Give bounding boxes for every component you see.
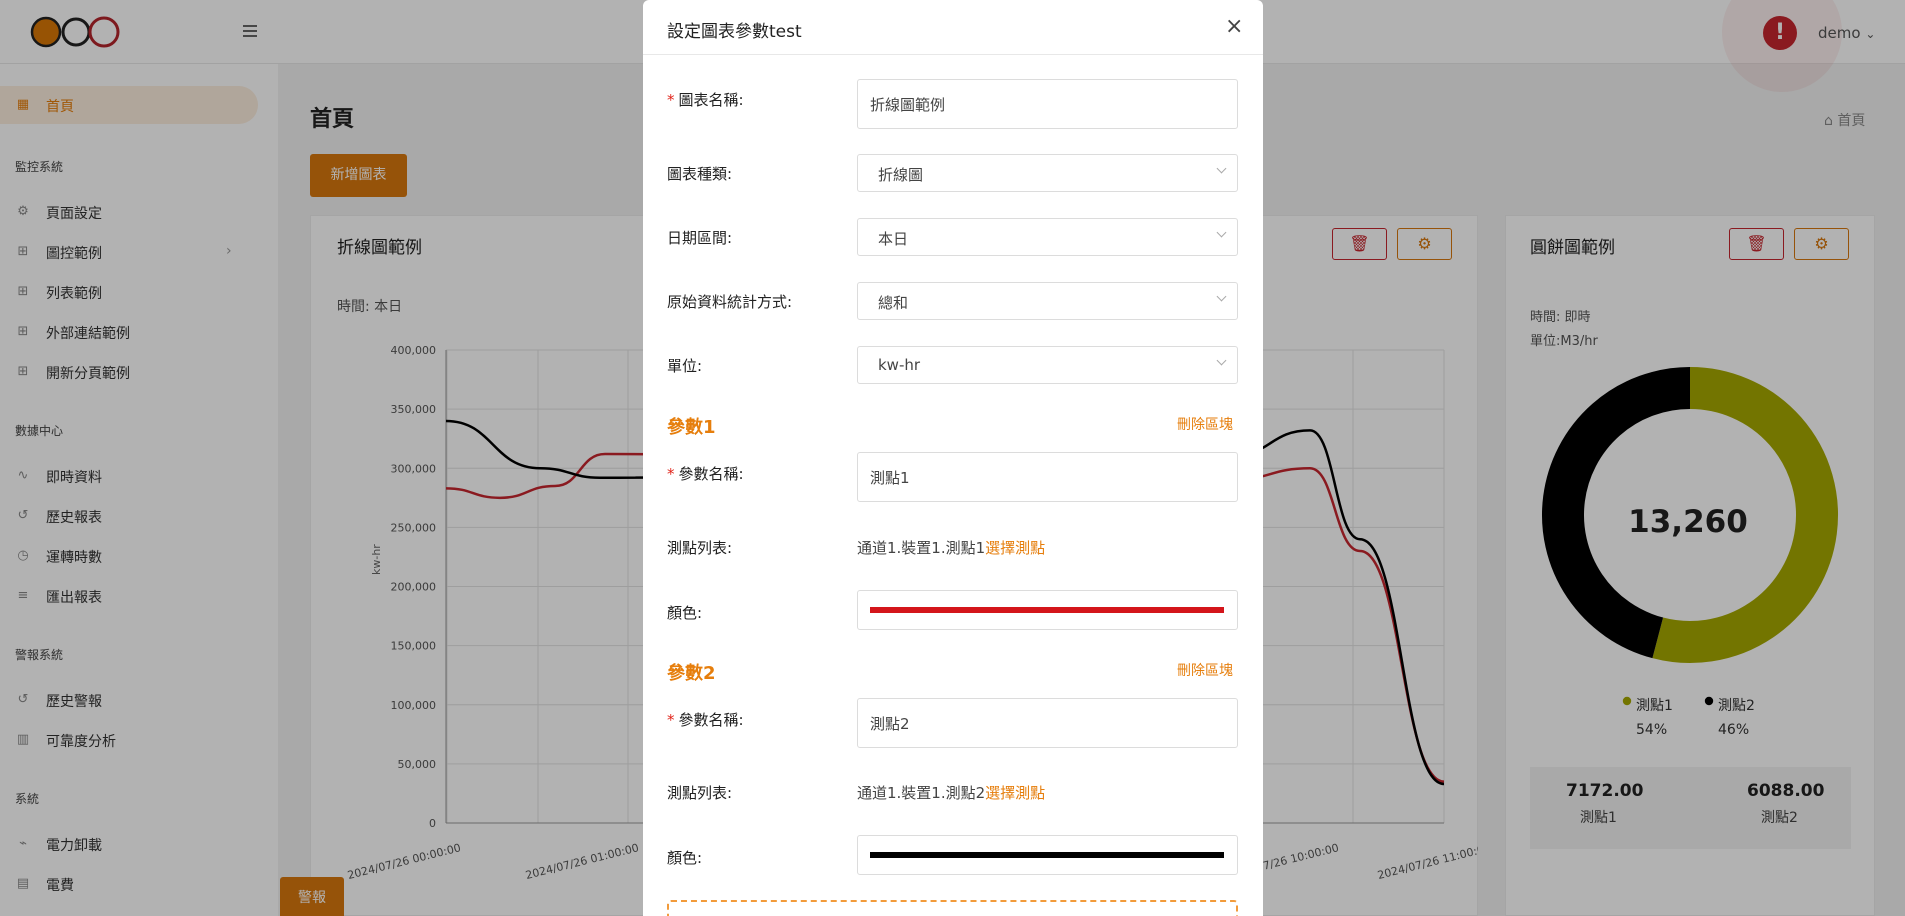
param-2-points-label: 測點列表: — [667, 784, 733, 802]
chevron-down-icon — [1216, 355, 1227, 366]
chart-type-label: 圖表種類: — [667, 165, 733, 183]
modal-divider — [643, 54, 1263, 55]
chart-name-input[interactable]: 折線圖範例 — [857, 79, 1238, 129]
stat-method-label: 原始資料統計方式: — [667, 293, 793, 311]
chart-name-label: * 圖表名稱: — [667, 91, 744, 109]
chart-type-select[interactable]: 折線圖 — [857, 154, 1238, 192]
param-2-header: 參數2 — [667, 663, 716, 684]
date-range-label: 日期區間: — [667, 229, 733, 247]
unit-select[interactable]: kw-hr — [857, 346, 1238, 384]
chevron-down-icon — [1216, 227, 1227, 238]
modal-title: 設定圖表參數test — [667, 22, 802, 42]
select-point-2-link[interactable]: 選擇測點 — [985, 784, 1045, 802]
param-2-points-value: 通道1.裝置1.測點2選擇測點 — [857, 784, 1046, 802]
chevron-down-icon — [1216, 291, 1227, 302]
param-2-name-label: * 參數名稱: — [667, 711, 744, 729]
select-point-1-link[interactable]: 選擇測點 — [985, 539, 1045, 557]
add-block-area[interactable] — [667, 900, 1238, 916]
param-1-points-label: 測點列表: — [667, 539, 733, 557]
close-icon[interactable]: × — [1225, 14, 1243, 39]
param-1-header: 參數1 — [667, 417, 716, 438]
param-2-color-label: 顏色: — [667, 849, 703, 867]
param-1-color-label: 顏色: — [667, 604, 703, 622]
chevron-down-icon — [1216, 163, 1227, 174]
chart-settings-modal: 設定圖表參數test × * 圖表名稱: 折線圖範例 圖表種類: 折線圖 日期區間… — [643, 0, 1263, 916]
param-1-name-label: * 參數名稱: — [667, 465, 744, 483]
param-1-name-input[interactable]: 測點1 — [857, 452, 1238, 502]
stat-method-select[interactable]: 總和 — [857, 282, 1238, 320]
param-2-color-swatch — [870, 852, 1224, 858]
param-1-color-swatch — [870, 607, 1224, 613]
unit-label: 單位: — [667, 357, 703, 375]
param-2-name-input[interactable]: 測點2 — [857, 698, 1238, 748]
delete-block-1-button[interactable]: 刪除區塊 — [1177, 414, 1233, 434]
param-1-points-value: 通道1.裝置1.測點1選擇測點 — [857, 539, 1046, 557]
date-range-select[interactable]: 本日 — [857, 218, 1238, 256]
delete-block-2-button[interactable]: 刪除區塊 — [1177, 660, 1233, 680]
